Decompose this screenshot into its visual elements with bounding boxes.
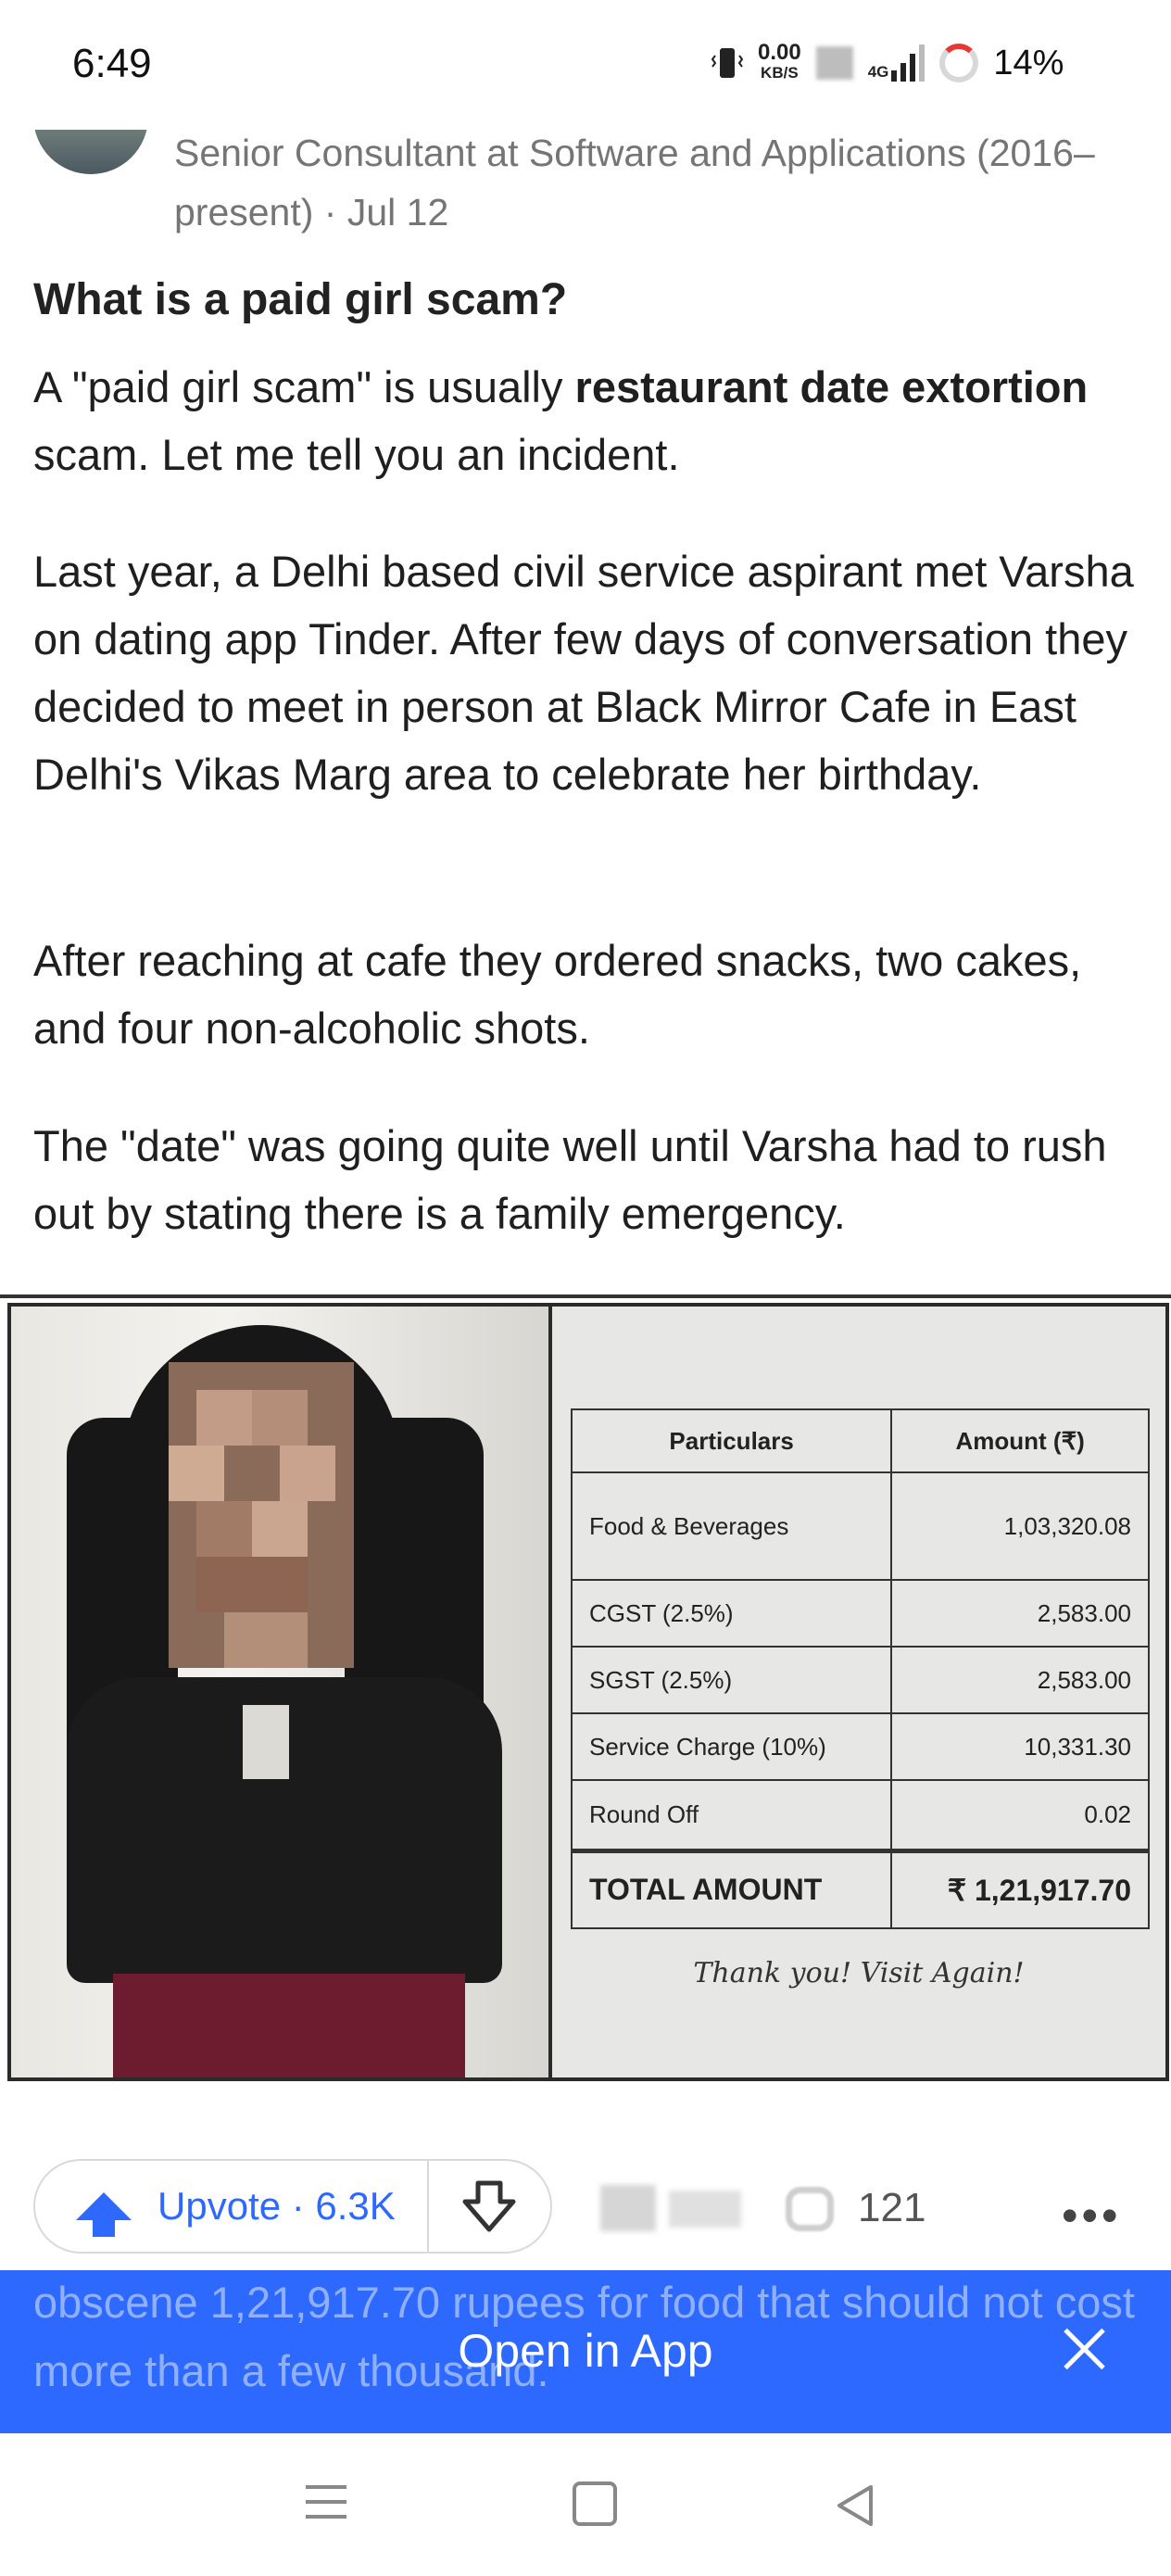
upvote-label: Upvote · 6.3K — [157, 2184, 396, 2228]
bill-row-label: Service Charge (10%) — [570, 1712, 893, 1781]
blurred-status-icon — [815, 46, 853, 80]
bill-header-amount: Amount (₹) — [890, 1408, 1150, 1473]
close-icon[interactable] — [1062, 2326, 1108, 2372]
p1-text-a: A "paid girl scam" is usually — [33, 362, 575, 411]
vote-pill: Upvote · 6.3K — [33, 2159, 552, 2254]
p1-text-c: scam. Let me tell you an incident. — [33, 430, 680, 479]
bill-row-amount: 2,583.00 — [890, 1646, 1150, 1714]
downvote-arrow-icon — [462, 2180, 516, 2232]
status-time: 6:49 — [72, 41, 152, 86]
upvote-arrow-icon — [76, 2192, 132, 2237]
answer-paragraph-1: A "paid girl scam" is usually restaurant… — [33, 353, 1145, 488]
receipt-thanks: Thank you! Visit Again! — [693, 1957, 1025, 1989]
open-in-app-label[interactable]: Open in App — [0, 2324, 1171, 2378]
bill-row-label: CGST (2.5%) — [570, 1579, 893, 1648]
reshare-count — [669, 2191, 741, 2228]
battery-level: 14% — [993, 43, 1064, 82]
bill-total-label: TOTAL AMOUNT — [570, 1848, 893, 1929]
bill-row-label: SGST (2.5%) — [570, 1646, 893, 1714]
answer-paragraph-4: The "date" was going quite well until Va… — [33, 1121, 1107, 1238]
comment-icon[interactable] — [786, 2187, 834, 2231]
back-icon[interactable] — [834, 2483, 875, 2532]
bill-row-amount: 10,331.30 — [890, 1712, 1150, 1781]
network-type: 4G — [867, 63, 889, 81]
bill-row-amount: 1,03,320.08 — [890, 1471, 1150, 1581]
comment-count[interactable]: 121 — [858, 2185, 925, 2231]
bill-total-amount: ₹ 1,21,917.70 — [890, 1848, 1150, 1929]
upvote-button[interactable]: Upvote · 6.3K — [35, 2161, 429, 2252]
image-top-border — [0, 1294, 1171, 1298]
reshare-icon[interactable] — [600, 2185, 656, 2231]
home-icon[interactable] — [573, 2481, 617, 2526]
more-options-icon[interactable]: ••• — [1062, 2189, 1122, 2242]
bill-table: Particulars Amount (₹) Food & Beverages … — [570, 1408, 1150, 1929]
author-credential: Senior Consultant at Software and Applic… — [174, 132, 1095, 234]
bill-row-amount: 0.02 — [890, 1779, 1150, 1851]
vibrate-icon — [711, 48, 743, 78]
battery-icon — [939, 44, 979, 82]
answer-paragraph-2: Last year, a Delhi based civil service a… — [33, 547, 1134, 799]
downvote-button[interactable] — [429, 2161, 550, 2252]
bill-row-amount: 2,583.00 — [890, 1579, 1150, 1648]
bill-header-particulars: Particulars — [570, 1408, 893, 1473]
receipt-image: Particulars Amount (₹) Food & Beverages … — [552, 1307, 1165, 2077]
net-speed: 0.00 KB/S — [758, 40, 801, 82]
answer-paragraph-3: After reaching at cafe they ordered snac… — [33, 936, 1082, 1053]
bill-row-label: Food & Beverages — [570, 1471, 893, 1581]
recent-apps-icon[interactable] — [306, 2485, 346, 2530]
signal-icon: 4G — [868, 44, 925, 82]
status-icons: 0.00 KB/S 4G 14% — [711, 40, 1064, 83]
p1-bold: restaurant date extortion — [574, 362, 1089, 411]
question-title[interactable]: What is a paid girl scam? — [33, 274, 567, 325]
bill-row-label: Round Off — [570, 1779, 893, 1851]
person-photo-pixelated — [11, 1307, 548, 2077]
